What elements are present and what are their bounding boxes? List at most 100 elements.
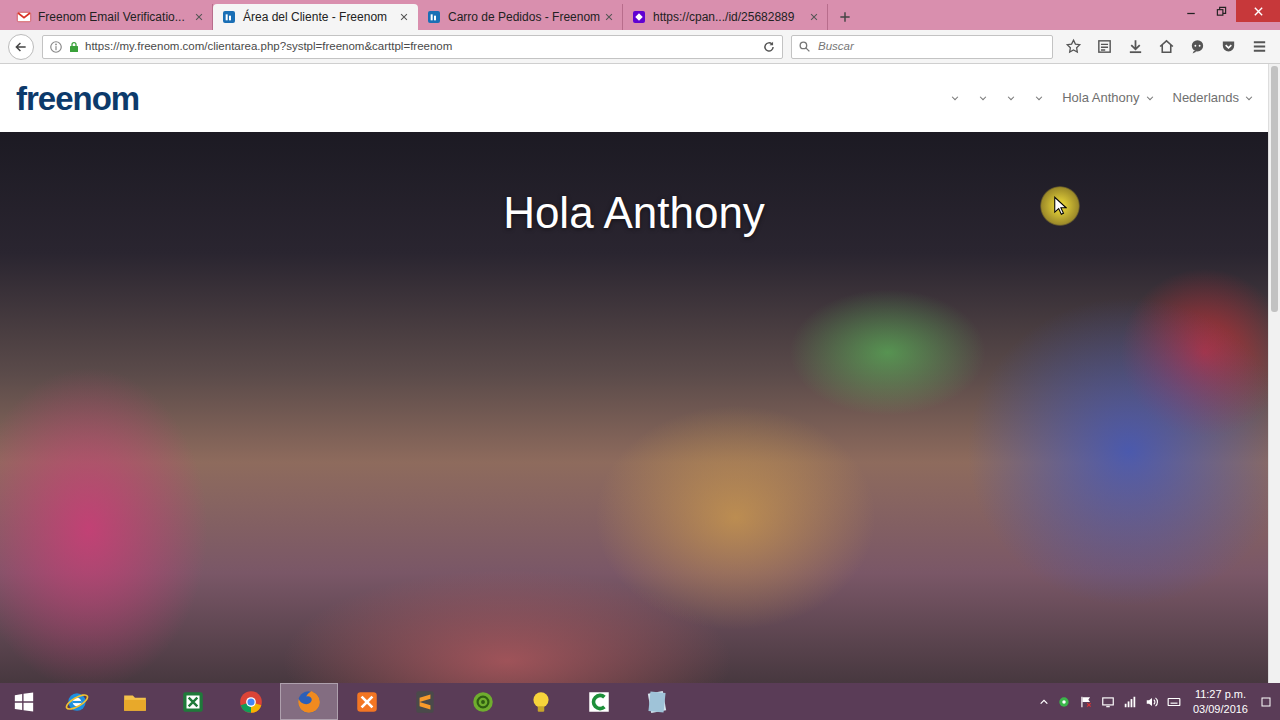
chevron-down-icon [1034, 93, 1044, 103]
app-tray-icon[interactable] [1057, 695, 1071, 709]
back-button[interactable] [8, 34, 34, 60]
chrome-icon [238, 689, 264, 715]
nav-menu[interactable] [1034, 93, 1044, 103]
new-tab-button[interactable] [828, 4, 862, 30]
taskbar: 11:27 p.m.03/09/2016 [0, 683, 1280, 720]
ie-icon [64, 689, 90, 715]
minimize-button[interactable] [1176, 0, 1206, 22]
scrollbar[interactable] [1268, 64, 1280, 683]
language-menu[interactable]: Nederlands [1173, 88, 1255, 108]
address-text: https://my.freenom.com/clientarea.php?sy… [85, 38, 757, 55]
display-icon[interactable] [1101, 695, 1115, 709]
sublime-icon [412, 689, 438, 715]
menu-icon[interactable] [1251, 38, 1268, 55]
taskbar-app[interactable] [48, 683, 106, 720]
navigation-toolbar: https://my.freenom.com/clientarea.php?sy… [0, 30, 1280, 64]
reload-icon[interactable] [762, 40, 776, 54]
tab-bar: Freenom Email Verificatio... Área del Cli… [0, 0, 1280, 30]
tab-label: https://cpan.../id/25682889 [653, 8, 803, 26]
desktop: Freenom Email Verificatio... Área del Cli… [0, 0, 1280, 720]
browser-tab[interactable]: https://cpan.../id/25682889 [623, 4, 828, 30]
taskbar-app[interactable] [338, 683, 396, 720]
info-icon [49, 40, 63, 54]
bookmark-star-icon[interactable] [1065, 38, 1082, 55]
tab-label: Área del Cliente - Freenom [243, 8, 393, 26]
volume-icon[interactable] [1145, 695, 1159, 709]
chevron-down-icon [1145, 93, 1155, 103]
start-button[interactable] [0, 683, 48, 720]
system-tray: 11:27 p.m.03/09/2016 [1039, 687, 1280, 716]
taskbar-app[interactable] [106, 683, 164, 720]
taskbar-app[interactable] [512, 683, 570, 720]
excel-icon [180, 689, 206, 715]
nav-menu[interactable] [1006, 93, 1016, 103]
minimize-icon [1186, 6, 1196, 16]
yahoo-icon [631, 9, 647, 25]
tray-arrow-icon[interactable] [1039, 697, 1049, 707]
close-icon[interactable] [809, 12, 819, 22]
download-icon[interactable] [1127, 38, 1144, 55]
site-navigation: Hola Anthony Nederlands [950, 88, 1254, 108]
search-icon [798, 40, 811, 53]
freenom-logo[interactable]: freenom [16, 82, 139, 115]
chevron-down-icon [1006, 93, 1016, 103]
toolbar-buttons [1061, 38, 1272, 55]
firefox-icon [296, 689, 322, 715]
browser-tab[interactable]: Freenom Email Verificatio... [8, 4, 213, 30]
keyboard-icon[interactable] [1167, 695, 1181, 709]
taskbar-app[interactable] [222, 683, 280, 720]
lock-icon [68, 40, 80, 54]
search-box [791, 35, 1053, 59]
flag-icon[interactable] [1079, 695, 1093, 709]
close-icon[interactable] [194, 12, 204, 22]
taskbar-app[interactable] [570, 683, 628, 720]
restore-icon [1216, 6, 1227, 17]
taskbar-app[interactable] [628, 683, 686, 720]
nav-menu[interactable] [978, 93, 988, 103]
window-controls [1176, 0, 1280, 22]
browser-tab[interactable]: Carro de Pedidos - Freenom [418, 4, 623, 30]
windows-logo-icon [13, 691, 35, 713]
notifications-icon[interactable] [1260, 695, 1272, 709]
tab-label: Freenom Email Verificatio... [38, 8, 188, 26]
xampp-icon [354, 689, 380, 715]
clock-date: 03/09/2016 [1193, 702, 1248, 716]
freenom-icon [426, 9, 442, 25]
search-field[interactable] [816, 37, 1046, 56]
mouse-pointer-icon [1053, 196, 1067, 216]
spiral-icon [470, 689, 496, 715]
clock-time: 11:27 p.m. [1195, 687, 1246, 701]
close-button[interactable] [1236, 0, 1280, 22]
chevron-down-icon [950, 93, 960, 103]
browser-tab[interactable]: Área del Cliente - Freenom [213, 4, 418, 30]
mail-icon [16, 9, 32, 25]
chevron-down-icon [978, 93, 988, 103]
close-icon[interactable] [604, 12, 614, 22]
restore-button[interactable] [1206, 0, 1236, 22]
notes-icon [644, 689, 670, 715]
tab-label: Carro de Pedidos - Freenom [448, 8, 598, 26]
clock[interactable]: 11:27 p.m.03/09/2016 [1189, 687, 1252, 716]
pocket-icon[interactable] [1220, 38, 1237, 55]
hero-title: Hola Anthony [503, 188, 765, 239]
user-menu[interactable]: Hola Anthony [1062, 88, 1154, 108]
chat-icon[interactable] [1189, 38, 1206, 55]
address-bar[interactable]: https://my.freenom.com/clientarea.php?sy… [42, 35, 783, 59]
plus-icon [838, 10, 852, 24]
page-content: freenomHola AnthonyNederlandsHola Anthon… [0, 64, 1268, 683]
nav-menu[interactable] [950, 93, 960, 103]
taskbar-app[interactable] [454, 683, 512, 720]
taskbar-app[interactable] [396, 683, 454, 720]
scroll-thumb[interactable] [1271, 66, 1278, 312]
network-icon[interactable] [1123, 695, 1137, 709]
cursor-highlight [1040, 186, 1080, 226]
site-header: freenom Hola Anthony Nederlands [0, 64, 1268, 132]
explorer-icon [122, 689, 148, 715]
taskbar-app[interactable] [280, 683, 338, 720]
close-icon[interactable] [399, 12, 409, 22]
reading-list-icon[interactable] [1096, 38, 1113, 55]
taskbar-app[interactable] [164, 683, 222, 720]
home-icon[interactable] [1158, 38, 1175, 55]
freenom-icon [221, 9, 237, 25]
camtasia-icon [586, 689, 612, 715]
